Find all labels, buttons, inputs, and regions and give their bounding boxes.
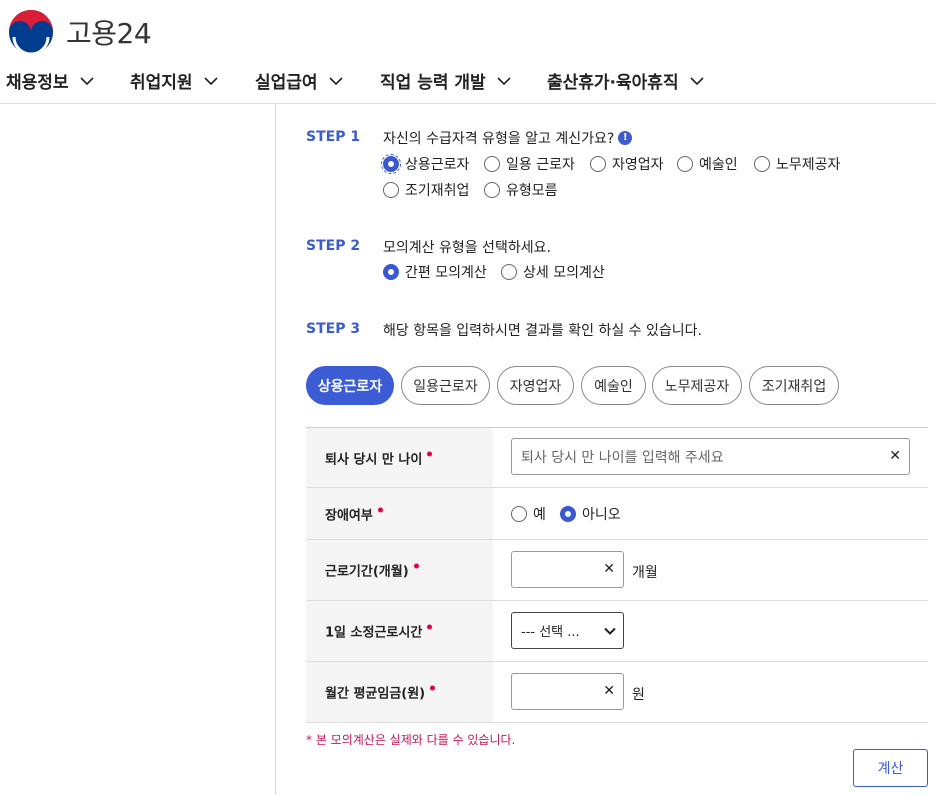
nav-item-label: 직업 능력 개발 [380,73,486,93]
radio-indicator [511,506,527,522]
step1-question-text: 자신의 수급자격 유형을 알고 계신가요? [383,131,615,147]
radio-daily-worker[interactable]: 일용 근로자 [484,154,575,174]
form-label-cell: 장애여부 [306,488,493,539]
age-placeholder: 퇴사 당시 만 나이를 입력해 주세요 [521,449,724,466]
wage-unit: 원 [632,687,645,703]
step1-question: 자신의 수급자격 유형을 알고 계신가요? ! [383,128,633,148]
nav-item-label: 취업지원 [130,73,193,93]
radio-indicator [590,156,606,172]
chevron-down-icon [497,76,511,85]
nav-item-employment-support[interactable]: 취업지원 [130,68,219,93]
step3-label: STEP 3 [306,321,361,337]
form-label-cell: 퇴사 당시 만 나이 [306,428,493,487]
tab-early-reemployment[interactable]: 조기재취업 [749,366,839,405]
age-input[interactable]: 퇴사 당시 만 나이를 입력해 주세요 ✕ [511,438,910,475]
nav-item-unemployment-benefits[interactable]: 실업급여 [255,68,344,93]
radio-indicator [381,154,401,174]
nav-item-jobs[interactable]: 채용정보 [6,68,95,93]
radio-detailed-calculation[interactable]: 상세 모의계산 [501,262,605,282]
tab-labor-provider[interactable]: 노무제공자 [652,366,742,405]
radio-simple-calculation[interactable]: 간편 모의계산 [383,262,487,282]
radio-label: 아니오 [582,507,621,523]
hours-selected: --- 선택 ... [521,625,580,640]
required-marker [413,563,419,569]
site-logo[interactable]: 고용24 [8,9,152,55]
radio-disability-yes[interactable]: 예 [511,504,546,524]
calculation-notice: * 본 모의계산은 실제와 다를 수 있습니다. [306,733,516,747]
tab-self-employed[interactable]: 자영업자 [497,366,574,405]
calculate-button[interactable]: 계산 [853,749,928,787]
radio-early-reemployment[interactable]: 조기재취업 [383,180,469,200]
info-icon[interactable]: ! [618,131,633,145]
radio-artist[interactable]: 예술인 [677,154,738,174]
radio-label: 조기재취업 [405,183,470,199]
radio-self-employed[interactable]: 자영업자 [590,154,664,174]
radio-indicator [560,506,576,522]
wage-label: 월간 평균임금(원) [325,683,436,702]
step1-label: STEP 1 [306,129,361,145]
form-label-cell: 근로기간(개월) [306,540,493,600]
nav-item-skills-development[interactable]: 직업 능력 개발 [380,68,512,93]
hours-label: 1일 소정근로시간 [325,622,433,641]
tab-regular-worker[interactable]: 상용근로자 [306,366,394,405]
clear-icon[interactable]: ✕ [603,561,615,577]
radio-indicator [383,264,399,280]
radio-label: 예술인 [699,157,738,173]
step2-question: 모의계산 유형을 선택하세요. [383,240,551,256]
radio-indicator [484,156,500,172]
step2-label: STEP 2 [306,238,361,254]
radio-label: 자영업자 [612,157,664,173]
chevron-down-icon [203,76,218,85]
radio-label: 유형모름 [506,183,558,199]
tab-daily-worker[interactable]: 일용근로자 [401,366,490,405]
required-marker [377,507,383,512]
chevron-down-icon [328,76,343,85]
tab-artist[interactable]: 예술인 [581,366,646,405]
radio-labor-provider[interactable]: 노무제공자 [754,154,840,174]
period-label: 근로기간(개월) [325,561,419,580]
radio-label: 상용근로자 [405,157,470,173]
step3-question: 해당 항목을 입력하시면 결과를 확인 하실 수 있습니다. [383,323,702,339]
disability-label: 장애여부 [325,504,383,523]
radio-disability-no[interactable]: 아니오 [560,504,621,524]
clear-icon[interactable]: ✕ [889,448,901,464]
radio-label: 노무제공자 [776,157,841,173]
radio-indicator [383,182,399,198]
sidebar-divider [275,104,276,795]
period-unit: 개월 [632,565,658,581]
chevron-down-icon [604,627,616,635]
wage-input[interactable]: ✕ [511,673,624,710]
age-label: 퇴사 당시 만 나이 [325,448,433,467]
hours-select[interactable]: --- 선택 ... [511,612,624,649]
clear-icon[interactable]: ✕ [603,683,615,699]
nav-item-label: 출산휴가·육아휴직 [547,73,679,93]
chevron-down-icon [690,76,704,85]
radio-regular-worker[interactable]: 상용근로자 [381,154,470,174]
main-navigation: 채용정보 취업지원 실업급여 직업 능력 개발 출산휴가·육아휴직 [0,58,936,104]
radio-type-unknown[interactable]: 유형모름 [484,180,558,200]
radio-indicator [501,264,517,280]
nav-item-label: 실업급여 [255,73,318,93]
chevron-down-icon [79,76,94,85]
required-marker [430,685,436,691]
form-label-cell: 1일 소정근로시간 [306,601,493,661]
radio-label: 간편 모의계산 [405,265,487,281]
radio-label: 예 [533,507,546,523]
radio-indicator [484,182,500,198]
required-marker [427,451,433,456]
site-name: 고용24 [66,17,152,50]
form-label-cell: 월간 평균임금(원) [306,662,493,722]
radio-label: 일용 근로자 [506,157,575,173]
period-input[interactable]: ✕ [511,551,624,588]
nav-item-label: 채용정보 [6,73,69,93]
taegeuk-logo-icon [9,10,53,55]
nav-item-parental-leave[interactable]: 출산휴가·육아휴직 [547,68,705,93]
radio-indicator [677,156,693,172]
radio-label: 상세 모의계산 [523,265,605,281]
radio-indicator [754,156,770,172]
required-marker [427,624,433,630]
